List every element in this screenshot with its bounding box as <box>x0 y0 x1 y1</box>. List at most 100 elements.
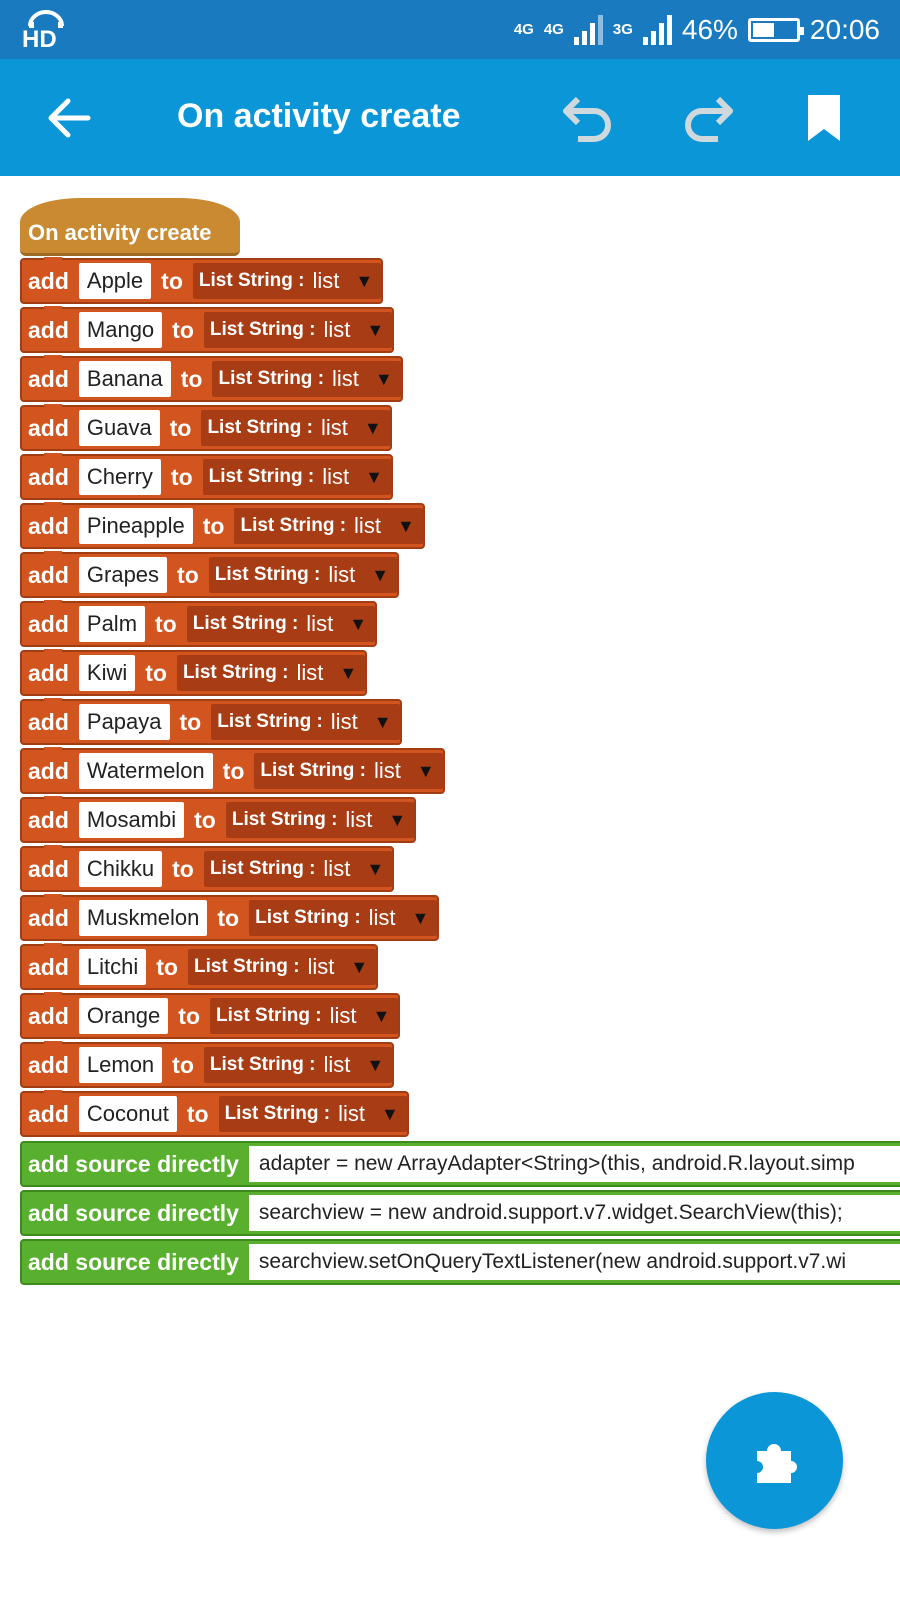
signal-strength-icon <box>573 14 603 45</box>
add-to-list-block[interactable]: add Lemon to List String : list ▼ <box>20 1041 395 1088</box>
list-variable-dropdown[interactable]: List String : list ▼ <box>203 312 393 348</box>
add-to-list-block[interactable]: add Orange to List String : list ▼ <box>20 992 401 1039</box>
source-code-field[interactable]: adapter = new ArrayAdapter<String>(this,… <box>248 1146 900 1182</box>
to-keyword: to <box>186 1100 209 1127</box>
to-keyword: to <box>145 659 167 686</box>
dropdown-arrow-icon: ▼ <box>350 956 369 977</box>
source-code-field[interactable]: searchview = new android.support.v7.widg… <box>248 1195 900 1231</box>
item-value-field[interactable]: Chikku <box>78 851 163 887</box>
list-variable-value: list <box>332 366 359 391</box>
source-code-field[interactable]: searchview.setOnQueryTextListener(new an… <box>248 1244 900 1280</box>
dropdown-arrow-icon: ▼ <box>381 1103 399 1124</box>
list-type-label: List String : <box>192 613 299 634</box>
source-block-label: add source directly <box>28 1248 239 1275</box>
dropdown-arrow-icon: ▼ <box>416 760 435 781</box>
list-type-label: List String : <box>231 809 338 830</box>
item-value-field[interactable]: Apple <box>78 263 152 299</box>
add-to-list-block[interactable]: add Cherry to List String : list ▼ <box>20 453 393 500</box>
add-keyword: add <box>28 512 69 539</box>
item-value-field[interactable]: Watermelon <box>78 753 213 789</box>
hd-indicator: HD <box>22 10 68 53</box>
list-variable-value: list <box>322 464 350 489</box>
add-to-list-block[interactable]: add Mosambi to List String : list ▼ <box>20 796 417 843</box>
list-variable-value: list <box>345 807 373 832</box>
arrow-left-icon[interactable] <box>46 97 92 139</box>
add-source-directly-block[interactable]: add source directly adapter = new ArrayAd… <box>20 1141 900 1187</box>
to-keyword: to <box>170 463 193 490</box>
list-variable-dropdown[interactable]: List String : list ▼ <box>212 361 401 397</box>
status-bar: HD 4G 4G 3G 46% 20:06 <box>0 0 900 59</box>
palette-fab[interactable] <box>706 1392 843 1529</box>
item-value-field[interactable]: Papaya <box>78 704 170 740</box>
list-variable-value: list <box>323 317 351 342</box>
add-to-list-block[interactable]: add Apple to List String : list ▼ <box>20 257 384 304</box>
add-source-directly-block[interactable]: add source directly searchview = new andr… <box>20 1190 900 1236</box>
add-to-list-block[interactable]: add Mango to List String : list ▼ <box>20 306 395 353</box>
item-value-field[interactable]: Lemon <box>78 1047 163 1083</box>
add-to-list-block[interactable]: add Watermelon to List String : list ▼ <box>20 747 445 794</box>
add-to-list-block[interactable]: add Litchi to List String : list ▼ <box>20 943 379 990</box>
blocks-canvas[interactable]: On activity create add Apple to List String… <box>0 176 900 1600</box>
list-variable-dropdown[interactable]: List String : list ▼ <box>187 949 377 985</box>
event-block[interactable]: On activity create <box>20 198 240 256</box>
add-to-list-block[interactable]: add Guava to List String : list ▼ <box>20 404 392 451</box>
list-variable-dropdown[interactable]: List String : list ▼ <box>234 508 423 544</box>
add-to-list-block[interactable]: add Palm to List String : list ▼ <box>20 600 378 647</box>
add-to-list-block[interactable]: add Grapes to List String : list ▼ <box>20 551 400 598</box>
list-variable-dropdown[interactable]: List String : list ▼ <box>210 998 399 1034</box>
item-value-field[interactable]: Cherry <box>78 459 161 495</box>
item-value-field[interactable]: Coconut <box>78 1096 177 1132</box>
list-variable-dropdown[interactable]: List String : list ▼ <box>249 900 438 936</box>
list-type-label: List String : <box>255 907 361 928</box>
bookmark-icon[interactable] <box>806 93 842 143</box>
list-variable-dropdown[interactable]: List String : list ▼ <box>211 704 400 740</box>
list-variable-dropdown[interactable]: List String : list ▼ <box>176 655 366 691</box>
clock: 20:06 <box>809 13 880 45</box>
item-value-field[interactable]: Mosambi <box>78 802 185 838</box>
add-to-list-block[interactable]: add Kiwi to List String : list ▼ <box>20 649 368 696</box>
redo-icon[interactable] <box>680 93 734 145</box>
add-to-list-block[interactable]: add Pineapple to List String : list ▼ <box>20 502 425 549</box>
list-type-label: List String : <box>218 368 325 389</box>
list-variable-dropdown[interactable]: List String : list ▼ <box>225 802 415 838</box>
list-variable-value: list <box>323 856 351 881</box>
list-variable-dropdown[interactable]: List String : list ▼ <box>192 263 382 299</box>
list-type-label: List String : <box>198 270 305 291</box>
dropdown-arrow-icon: ▼ <box>366 858 385 879</box>
item-value-field[interactable]: Palm <box>78 606 146 642</box>
add-to-list-block[interactable]: add Muskmelon to List String : list ▼ <box>20 894 440 941</box>
list-type-label: List String : <box>209 1054 316 1075</box>
dropdown-arrow-icon: ▼ <box>374 368 393 389</box>
item-value-field[interactable]: Guava <box>78 410 160 446</box>
item-value-field[interactable]: Mango <box>78 312 163 348</box>
item-value-field[interactable]: Grapes <box>78 557 168 593</box>
list-variable-dropdown[interactable]: List String : list ▼ <box>202 459 391 495</box>
add-to-list-block[interactable]: add Chikku to List String : list ▼ <box>20 845 395 892</box>
add-to-list-block[interactable]: add Coconut to List String : list ▼ <box>20 1090 409 1137</box>
list-variable-dropdown[interactable]: List String : list ▼ <box>201 410 390 446</box>
dropdown-arrow-icon: ▼ <box>365 466 383 487</box>
add-to-list-block[interactable]: add Papaya to List String : list ▼ <box>20 698 402 745</box>
list-variable-dropdown[interactable]: List String : list ▼ <box>186 606 376 642</box>
to-keyword: to <box>180 365 203 392</box>
item-value-field[interactable]: Muskmelon <box>78 900 208 936</box>
list-variable-dropdown[interactable]: List String : list ▼ <box>203 851 393 887</box>
list-variable-dropdown[interactable]: List String : list ▼ <box>254 753 443 789</box>
list-variable-dropdown[interactable]: List String : list ▼ <box>208 557 398 593</box>
item-value-field[interactable]: Banana <box>78 361 171 397</box>
add-keyword: add <box>28 904 69 931</box>
list-variable-dropdown[interactable]: List String : list ▼ <box>203 1047 393 1083</box>
dropdown-arrow-icon: ▼ <box>371 564 390 585</box>
add-source-directly-block[interactable]: add source directly searchview.setOnQuery… <box>20 1239 900 1285</box>
list-type-label: List String : <box>214 564 321 585</box>
item-value-field[interactable]: Litchi <box>78 949 147 985</box>
list-variable-dropdown[interactable]: List String : list ▼ <box>218 1096 407 1132</box>
list-variable-value: list <box>306 611 334 636</box>
undo-icon[interactable] <box>562 93 616 145</box>
add-to-list-block[interactable]: add Banana to List String : list ▼ <box>20 355 403 402</box>
list-type-label: List String : <box>209 858 316 879</box>
item-value-field[interactable]: Orange <box>78 998 169 1034</box>
item-value-field[interactable]: Kiwi <box>78 655 136 691</box>
item-value-field[interactable]: Pineapple <box>78 508 193 544</box>
list-variable-value: list <box>323 1052 351 1077</box>
